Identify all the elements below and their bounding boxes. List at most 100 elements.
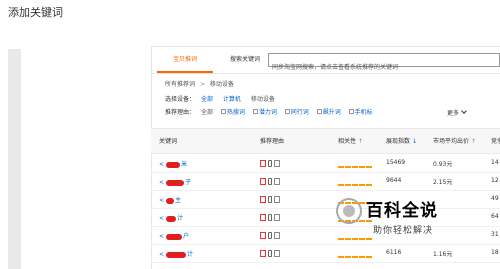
keyword-suffix: 计 <box>187 251 194 258</box>
device-option-all[interactable]: 全部 <box>201 95 213 105</box>
phone-icon <box>268 160 272 167</box>
more-button[interactable]: 更多 <box>447 108 467 117</box>
column-impressions-label: 展现指数 <box>386 138 411 145</box>
relevance-bar <box>359 256 365 258</box>
redaction-mark <box>166 179 185 186</box>
tab-search-keyword[interactable]: 搜索关键词 <box>219 46 271 73</box>
watermark-logo-icon <box>336 198 362 224</box>
keyword-cell[interactable]: < 主 <box>159 195 181 204</box>
relevance-bar <box>345 166 351 168</box>
reason-icons <box>260 232 282 239</box>
competition-value: 31 <box>491 231 499 238</box>
keyword-cell[interactable]: < 计 <box>159 213 183 222</box>
competition-value: 12 <box>491 177 499 184</box>
sort-up-icon: ↑ <box>358 138 364 145</box>
reason-option-hot[interactable]: 热搜词 <box>220 108 245 118</box>
device-option-computer[interactable]: 计算机 <box>223 95 241 105</box>
breadcrumb: 所有推荐词 > 移动设备 <box>165 80 234 90</box>
phone-icon <box>268 232 272 239</box>
hot-tag-icon <box>260 160 266 167</box>
keyword-suffix: 主 <box>175 197 182 204</box>
relevance-bar <box>352 184 358 186</box>
sort-down-icon: ↓ <box>412 138 418 145</box>
watermark: 百科全说 助你轻松解决 <box>336 196 476 256</box>
hot-tag-icon <box>260 196 266 203</box>
pc-icon <box>274 196 280 203</box>
reason-option-peer[interactable]: 同行词 <box>284 108 309 118</box>
reason-option-mobile-label: 手机标 <box>354 109 373 116</box>
relevance-bars <box>338 181 373 186</box>
pc-icon <box>274 250 280 257</box>
relevance-bar <box>345 256 351 258</box>
keyword-prefix: < <box>159 179 165 186</box>
checkbox-icon[interactable] <box>252 109 258 114</box>
keyword-cell[interactable]: < 户 <box>159 231 189 240</box>
reason-option-potential[interactable]: 潜力词 <box>252 108 277 118</box>
relevance-bar <box>338 184 344 186</box>
relevance-bar <box>366 256 372 258</box>
competition-value: 64 <box>491 213 499 220</box>
table-header: 关键词 推荐理由 相关性↑ 展现指数↓ 市场平均出价↑ 竞争 <box>151 128 500 154</box>
relevance-bar <box>359 166 365 168</box>
keyword-cell[interactable]: < 米 <box>159 159 187 168</box>
column-reason: 推荐理由 <box>260 138 285 145</box>
keyword-suffix: 户 <box>183 233 190 240</box>
reason-option-all[interactable]: 全部 <box>201 108 213 118</box>
relevance-bar <box>345 184 351 186</box>
watermark-subtitle: 助你轻松解决 <box>373 226 434 236</box>
pc-icon <box>274 178 280 185</box>
table-row[interactable]: < 米 15469 0.93元 14 <box>151 155 500 173</box>
redaction-mark <box>166 215 177 222</box>
reason-option-potential-label: 潜力词 <box>258 109 277 116</box>
tab-item-recommend[interactable]: 宝贝推词 <box>157 46 213 73</box>
phone-icon <box>268 196 272 203</box>
pc-icon <box>274 232 280 239</box>
checkbox-icon[interactable] <box>284 109 290 114</box>
reason-option-mobile[interactable]: 手机标 <box>348 108 373 118</box>
column-relevance[interactable]: 相关性 ↑ <box>338 129 363 155</box>
breadcrumb-root[interactable]: 所有推荐词 <box>165 80 195 90</box>
checkbox-icon[interactable] <box>220 109 226 114</box>
phone-icon <box>268 214 272 221</box>
column-keyword: 关键词 <box>159 138 178 145</box>
page-title: 添加关键词 <box>8 6 63 19</box>
pc-icon <box>274 214 280 221</box>
reason-option-rising-label: 飙升词 <box>322 109 341 116</box>
impressions-value: 9644 <box>386 177 402 184</box>
keyword-prefix: < <box>159 251 165 258</box>
reason-icons <box>260 178 282 185</box>
reason-icons <box>260 196 282 203</box>
search-input[interactable] <box>269 61 499 74</box>
column-impressions[interactable]: 展现指数 ↓ <box>386 129 417 155</box>
reason-option-rising[interactable]: 飙升词 <box>316 108 341 118</box>
column-competition: 竞争 <box>491 138 500 145</box>
keyword-prefix: < <box>159 161 165 168</box>
avg-price-value: 2.15元 <box>433 179 453 186</box>
reason-icons <box>260 214 282 221</box>
checkbox-icon[interactable] <box>348 109 354 114</box>
reason-filter-label: 推荐理由： <box>165 109 196 116</box>
keyword-cell[interactable]: < 计 <box>159 249 193 258</box>
column-avg-price-label: 市场平均出价 <box>433 138 470 145</box>
column-avg-price[interactable]: 市场平均出价 ↑ <box>433 129 476 155</box>
search-field[interactable] <box>268 53 500 74</box>
device-filter-label: 选择设备： <box>165 96 196 103</box>
column-relevance-label: 相关性 <box>338 138 357 145</box>
keyword-prefix: < <box>159 197 165 204</box>
sort-up-icon: ↑ <box>471 138 477 145</box>
keyword-prefix: < <box>159 233 165 240</box>
hot-tag-icon <box>260 214 266 221</box>
relevance-bar <box>338 166 344 168</box>
redaction-mark <box>166 233 183 240</box>
redaction-mark <box>166 197 175 204</box>
keyword-prefix: < <box>159 215 165 222</box>
hot-tag-icon <box>260 232 266 239</box>
left-column <box>8 49 139 269</box>
checkbox-icon[interactable] <box>316 109 322 114</box>
table-row[interactable]: < 子 9644 2.15元 12 <box>151 173 500 191</box>
relevance-bars <box>338 163 373 168</box>
more-label: 更多 <box>447 110 460 117</box>
reason-icons <box>260 160 282 167</box>
device-option-mobile[interactable]: 移动设备 <box>251 95 275 105</box>
keyword-cell[interactable]: < 子 <box>159 177 191 186</box>
